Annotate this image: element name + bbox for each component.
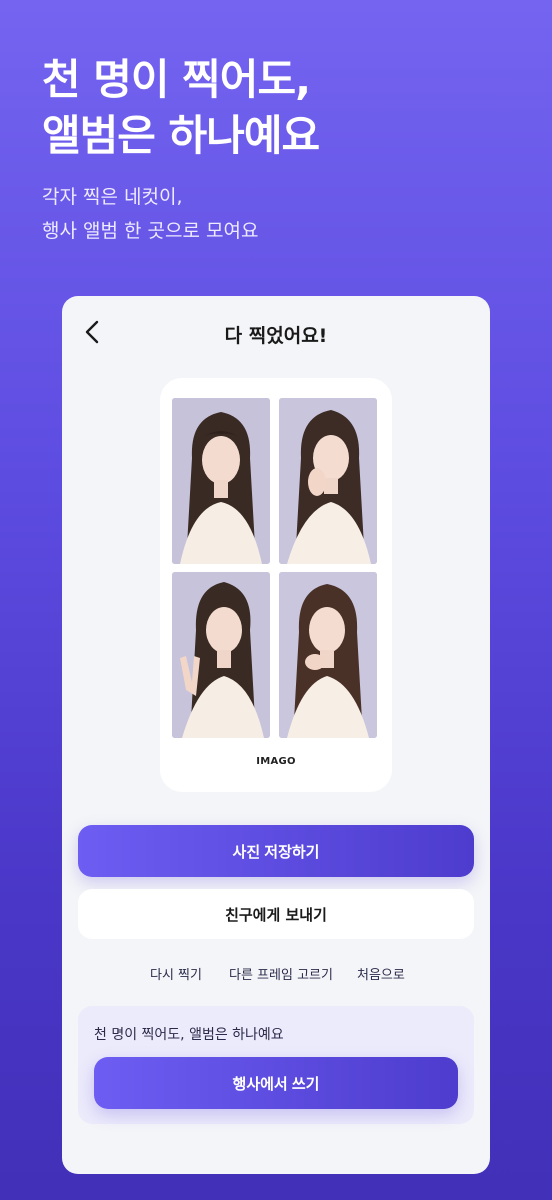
top-bar: 다 찍었어요! xyxy=(62,296,490,372)
hero-title-line2: 앨범은 하나예요 xyxy=(42,111,320,160)
portrait-image xyxy=(172,572,270,738)
choose-frame-link[interactable]: 다른 프레임 고르기 xyxy=(229,964,333,983)
photo-4 xyxy=(279,572,377,738)
photo-3 xyxy=(172,572,270,738)
event-panel: 천 명이 찍어도, 앨범은 하나예요 행사에서 쓰기 xyxy=(78,1006,474,1124)
use-at-event-button[interactable]: 행사에서 쓰기 xyxy=(94,1057,458,1109)
hero-title: 천 명이 찍어도, 앨범은 하나예요 xyxy=(42,52,320,164)
portrait-image xyxy=(279,398,377,564)
portrait-image xyxy=(172,398,270,564)
portrait-image xyxy=(279,572,377,738)
screen-title: 다 찍었어요! xyxy=(224,325,328,347)
hero-subtitle: 각자 찍은 네컷이, 행사 앨범 한 곳으로 모여요 xyxy=(42,180,258,248)
send-to-friend-button[interactable]: 친구에게 보내기 xyxy=(78,889,474,939)
brand-label: IMAGO xyxy=(256,756,296,767)
app-screen: 다 찍었어요! IMAGO 사진 저장하기 친구에게 보내기 다시 찍기 다른 … xyxy=(62,296,490,1174)
retake-link[interactable]: 다시 찍기 xyxy=(150,964,202,983)
photo-1 xyxy=(172,398,270,564)
hero-subtitle-line1: 각자 찍은 네컷이, xyxy=(42,186,183,208)
hero-subtitle-line2: 행사 앨범 한 곳으로 모여요 xyxy=(42,220,259,242)
photo-2 xyxy=(279,398,377,564)
go-home-link[interactable]: 처음으로 xyxy=(357,964,405,983)
hero-title-line1: 천 명이 찍어도, xyxy=(42,55,311,104)
save-photo-button[interactable]: 사진 저장하기 xyxy=(78,825,474,877)
photo-strip-card: IMAGO xyxy=(160,378,392,792)
event-text: 천 명이 찍어도, 앨범은 하나예요 xyxy=(94,1027,284,1043)
